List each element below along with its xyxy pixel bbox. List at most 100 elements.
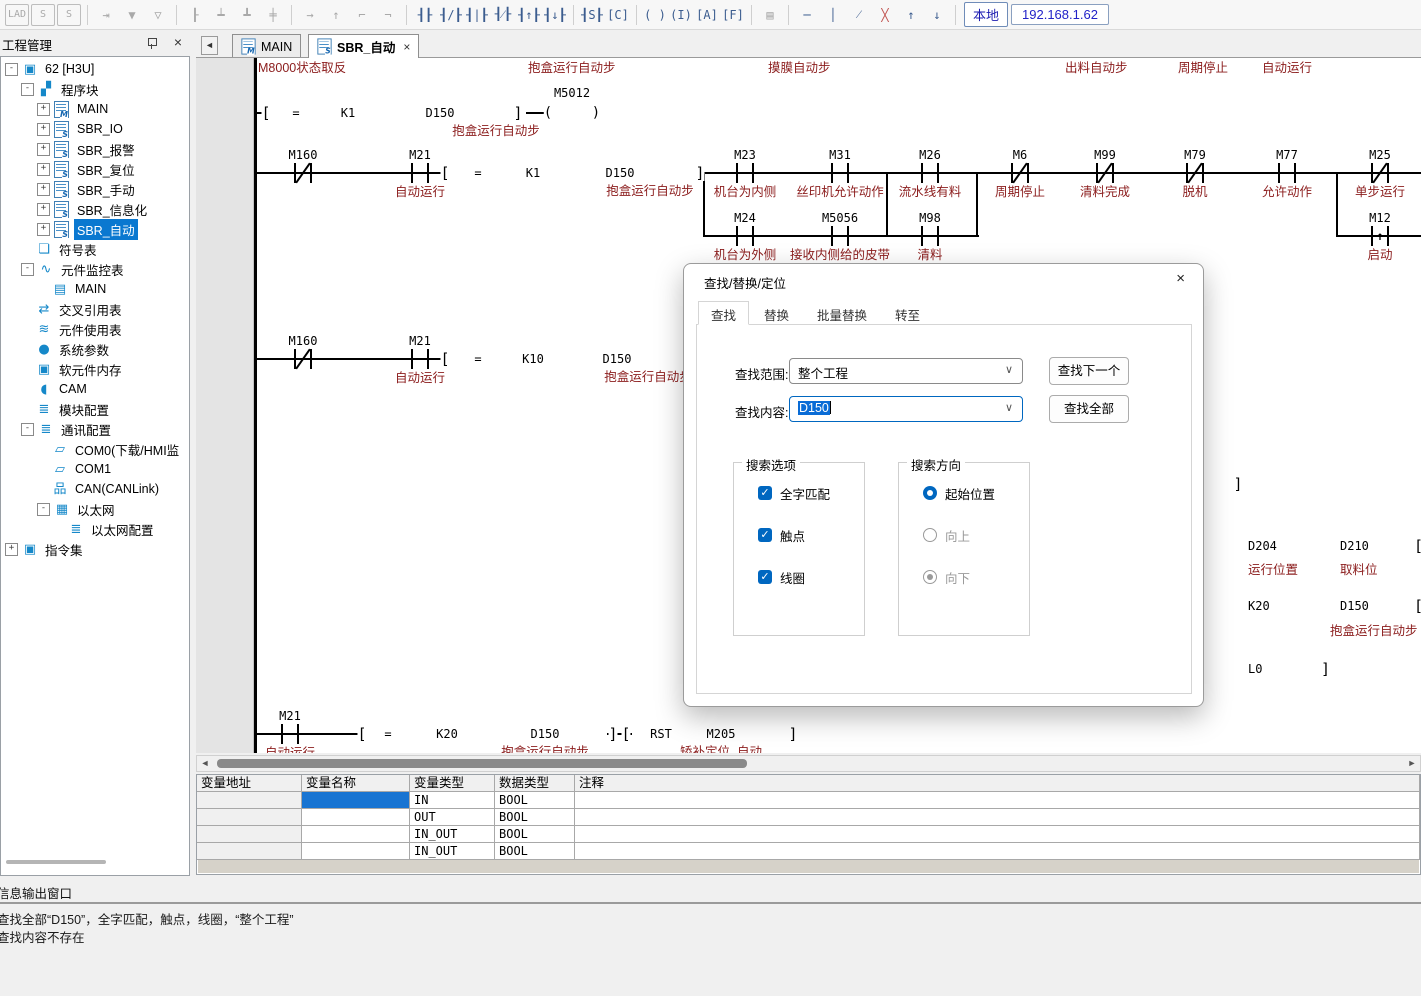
table-header-1[interactable]: 变量名称 <box>302 775 410 792</box>
coil-counter-icon[interactable]: [C] <box>606 3 630 27</box>
tree-item-com0hmi[interactable]: ▱COM0(下载/HMI监 <box>1 439 190 459</box>
contact-no-m77[interactable] <box>1275 163 1299 183</box>
instruction-text[interactable]: M5012 <box>554 85 590 101</box>
expand-plus-icon[interactable]: + <box>5 543 18 556</box>
table-cell[interactable]: IN_OUT <box>410 826 495 843</box>
contact-no-m21[interactable] <box>408 163 432 183</box>
hline-icon[interactable]: ─ <box>795 3 819 27</box>
table-cell[interactable] <box>197 792 302 809</box>
table-cell[interactable]: IN_OUT <box>410 843 495 860</box>
delete-cross-icon[interactable]: ╳ <box>873 3 897 27</box>
expand-plus-icon[interactable]: + <box>37 163 50 176</box>
instruction-text[interactable]: D150 <box>603 351 632 367</box>
table-cell[interactable]: BOOL <box>495 809 575 826</box>
find-range-combobox[interactable]: 整个工程 ∨ <box>789 358 1023 384</box>
expand-plus-icon[interactable]: + <box>37 183 50 196</box>
collapse-minus-icon[interactable]: - <box>21 423 34 436</box>
instruction-text[interactable]: = <box>384 726 391 742</box>
direction-向上[interactable]: 向上 <box>923 527 970 543</box>
table-row[interactable]: IN_OUTBOOL <box>197 843 1420 860</box>
dialog-tab-转至[interactable]: 转至 <box>882 301 933 325</box>
coil-inverse-icon[interactable]: (I) <box>669 3 693 27</box>
panel-close-icon[interactable]: × <box>174 34 182 50</box>
tree-item-com1[interactable]: ▱COM1 <box>1 459 190 479</box>
table-cell[interactable] <box>302 809 410 826</box>
instruction-text[interactable]: D150 <box>1340 598 1369 614</box>
contact-nc-m79[interactable] <box>1183 163 1207 183</box>
checkbox-checked-icon[interactable]: ✓ <box>758 570 772 584</box>
contact-no-m21[interactable] <box>278 724 302 744</box>
find-next-button[interactable]: 查找下一个 <box>1049 357 1129 385</box>
table-cell[interactable]: OUT <box>410 809 495 826</box>
instruction-text[interactable]: = <box>474 165 481 181</box>
dialog-tab-查找[interactable]: 查找 <box>698 301 749 325</box>
instruction-text[interactable]: K20 <box>436 726 458 742</box>
dialog-tab-批量替换[interactable]: 批量替换 <box>804 301 880 325</box>
instruction-text[interactable]: = <box>474 351 481 367</box>
find-content-combobox[interactable]: D150 ∨ <box>789 396 1023 422</box>
tree-item-[interactable]: -▦以太网 <box>1 499 190 519</box>
table-cell[interactable] <box>197 809 302 826</box>
table-cell[interactable] <box>302 792 410 809</box>
expand-plus-icon[interactable]: + <box>37 103 50 116</box>
tree-item-[interactable]: -≣通讯配置 <box>1 419 190 439</box>
variable-table-hscroll[interactable] <box>198 860 1419 873</box>
radio-unselected-icon[interactable] <box>923 570 937 584</box>
contact-rising-icon[interactable]: ┨↑┠ <box>517 3 541 27</box>
expand-plus-icon[interactable]: + <box>37 143 50 156</box>
func-instruction-icon[interactable]: [F] <box>721 3 745 27</box>
vline-icon[interactable]: │ <box>821 3 845 27</box>
ip-address-box[interactable]: 192.168.1.62 <box>1011 4 1109 25</box>
editor-hscrollbar[interactable]: ◄ ► <box>196 755 1421 772</box>
table-cell[interactable]: BOOL <box>495 792 575 809</box>
contact-no-m23[interactable] <box>733 163 757 183</box>
hscroll-thumb[interactable] <box>217 759 747 768</box>
contact-nc-m6[interactable] <box>1008 163 1032 183</box>
contact-rise-m12[interactable]: ↑ <box>1368 226 1392 246</box>
instruction-text[interactable]: K10 <box>522 351 544 367</box>
tree-item-[interactable]: ≣模块配置 <box>1 399 190 419</box>
table-cell[interactable] <box>197 843 302 860</box>
instruction-text[interactable]: [ <box>261 105 270 121</box>
tree-item-[interactable]: ≣以太网配置 <box>1 519 190 539</box>
tree-item-[interactable]: ●系统参数 <box>1 339 190 359</box>
option-全字匹配[interactable]: ✓全字匹配 <box>758 485 830 501</box>
tree-item-62h3u[interactable]: -▣62 [H3U] <box>1 59 190 79</box>
table-cell[interactable] <box>302 826 410 843</box>
tree-item-sbr_io[interactable]: +SSBR_IO <box>1 119 190 139</box>
table-header-2[interactable]: 变量类型 <box>410 775 495 792</box>
option-触点[interactable]: ✓触点 <box>758 527 805 543</box>
expand-plus-icon[interactable]: + <box>37 203 50 216</box>
instruction-text[interactable]: D150 <box>531 726 560 742</box>
instruction-text[interactable]: RST <box>650 726 672 742</box>
instruction-text[interactable]: [ <box>440 165 449 181</box>
table-row[interactable]: INBOOL <box>197 792 1420 809</box>
coil-icon[interactable]: ( ) <box>643 3 667 27</box>
instruction-text[interactable]: D150 <box>606 165 635 181</box>
chevron-down-icon[interactable]: ∨ <box>1005 401 1013 414</box>
checkbox-checked-icon[interactable]: ✓ <box>758 486 772 500</box>
instruction-text[interactable]: K1 <box>341 105 355 121</box>
line-down-icon[interactable]: ↓ <box>925 3 949 27</box>
direction-起始位置[interactable]: 起始位置 <box>923 485 995 501</box>
instruction-text[interactable]: ] <box>1321 661 1330 677</box>
contact-no-m26[interactable] <box>918 163 942 183</box>
tab-sbr_自动[interactable]: SSBR_自动× <box>308 34 419 58</box>
contact-nc-m160[interactable] <box>291 163 315 183</box>
contact-nc-icon[interactable]: ┨/┠ <box>439 3 463 27</box>
dialog-tab-替换[interactable]: 替换 <box>751 301 802 325</box>
pin-icon[interactable] <box>146 37 158 49</box>
instruction-text[interactable]: K20 <box>1248 598 1270 614</box>
line-up-icon[interactable]: ↑ <box>899 3 923 27</box>
collapse-minus-icon[interactable]: - <box>21 83 34 96</box>
tree-item-sbr_[interactable]: +SSBR_手动 <box>1 179 190 199</box>
contact-no-m31[interactable] <box>828 163 852 183</box>
tree-item-cancanlink[interactable]: 品CAN(CANLink) <box>1 479 190 499</box>
contact-no-m5056[interactable] <box>828 226 852 246</box>
tree-item-[interactable]: +▣指令集 <box>1 539 190 559</box>
instruction-text[interactable]: ) <box>592 105 600 121</box>
instruction-text[interactable]: D150 <box>426 105 455 121</box>
app-instruction-icon[interactable]: [A] <box>695 3 719 27</box>
table-cell[interactable] <box>575 826 1420 843</box>
contact-no-m21[interactable] <box>408 349 432 369</box>
